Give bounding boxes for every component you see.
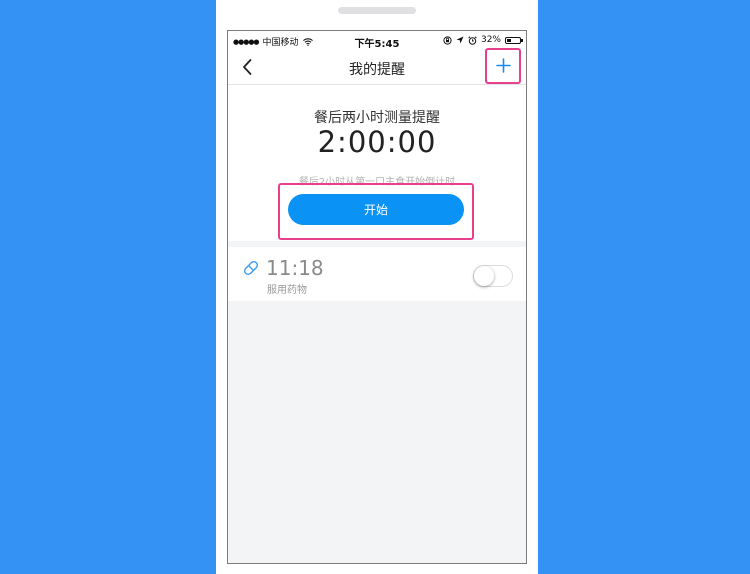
timer-card: 餐后两小时测量提醒 2:00:00 餐后2小时从第一口主食开始倒计时 开始 (228, 85, 526, 241)
timer-countdown: 2:00:00 (317, 125, 437, 159)
battery-level (507, 38, 511, 42)
plus-icon (496, 58, 511, 73)
location-icon (456, 36, 464, 44)
add-reminder-button[interactable] (485, 48, 521, 84)
battery-percent: 32% (480, 35, 501, 45)
start-button-highlight: 开始 (278, 183, 474, 240)
status-bar: ●●●●● 中国移动 下午5:45 32% (228, 31, 526, 51)
reminder-row[interactable]: 11:18 服用药物 (228, 247, 526, 301)
battery-icon (505, 36, 523, 44)
page-title: 我的提醒 (349, 62, 405, 78)
app-screen: ●●●●● 中国移动 下午5:45 32% 我的提醒 餐后两小时测量提醒 2:0… (227, 30, 527, 564)
status-right: 32% (443, 35, 523, 45)
nav-bar: 我的提醒 (228, 48, 526, 85)
start-button[interactable]: 开始 (288, 194, 464, 225)
reminder-label: 服用药物 (267, 285, 307, 296)
rotation-lock-icon (443, 35, 452, 45)
pill-icon (243, 260, 259, 276)
reminder-toggle[interactable] (473, 265, 513, 287)
reminder-time: 11:18 (266, 256, 324, 280)
timer-title: 餐后两小时测量提醒 (314, 110, 440, 126)
phone-frame: ●●●●● 中国移动 下午5:45 32% 我的提醒 餐后两小时测量提醒 2:0… (216, 0, 538, 574)
phone-speaker (338, 7, 416, 14)
alarm-icon (468, 35, 477, 45)
toggle-knob (474, 266, 494, 286)
